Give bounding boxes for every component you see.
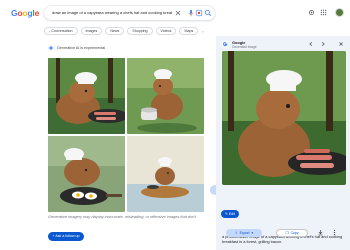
settings-icon[interactable] bbox=[308, 9, 315, 16]
chip-videos[interactable]: Videos bbox=[155, 27, 177, 35]
capybara-skillet-image bbox=[48, 136, 125, 212]
more-icon[interactable] bbox=[331, 229, 338, 236]
chevron-right-icon: › bbox=[202, 28, 204, 34]
chip-maps[interactable]: Maps bbox=[179, 27, 199, 35]
google-g-icon bbox=[221, 40, 229, 48]
lens-icon[interactable] bbox=[195, 9, 203, 17]
panel-subtitle: Generated image bbox=[232, 45, 257, 49]
google-logo[interactable]: Google bbox=[11, 8, 39, 18]
ask-follow-up-button[interactable]: + Ask a follow up bbox=[48, 232, 84, 241]
generated-image-2[interactable] bbox=[127, 58, 204, 134]
capybara-pan-image bbox=[127, 58, 204, 134]
generated-image-3[interactable] bbox=[48, 136, 125, 212]
chip-conversation[interactable]: ‹ Conversation bbox=[44, 27, 78, 35]
disclaimer-text: Generative imagery may display inaccurat… bbox=[48, 214, 197, 219]
image-detail-panel: Google Generated image a photorealistic … bbox=[216, 36, 350, 250]
clear-icon[interactable] bbox=[174, 9, 182, 17]
capybara-grill-image bbox=[48, 58, 125, 134]
apps-icon[interactable] bbox=[320, 9, 327, 16]
copy-button[interactable]: ❐ Copy bbox=[276, 229, 308, 237]
chevron-right-icon[interactable] bbox=[320, 41, 326, 47]
chip-news[interactable]: News bbox=[105, 27, 125, 35]
chip-images[interactable]: Images bbox=[80, 27, 103, 35]
image-actions-bar: ⇪ Export ▾ ❐ Copy bbox=[216, 228, 350, 238]
chevron-down-icon: ▾ bbox=[251, 231, 254, 235]
selected-generated-image[interactable] bbox=[222, 51, 346, 185]
close-icon[interactable] bbox=[338, 41, 344, 47]
generative-ai-label: Generative AI is experimental bbox=[48, 45, 105, 51]
export-button[interactable]: ⇪ Export ▾ bbox=[226, 229, 262, 237]
mic-icon[interactable] bbox=[187, 9, 195, 17]
capybara-bacon-grill-image bbox=[222, 51, 346, 185]
chip-shopping[interactable]: Shopping bbox=[127, 27, 153, 35]
chip-more[interactable]: › bbox=[201, 27, 205, 35]
generated-image-4[interactable] bbox=[127, 136, 204, 212]
header: Google draw an image of a capybara weari… bbox=[0, 0, 350, 24]
search-input[interactable]: draw an image of a capybara wearing a ch… bbox=[52, 9, 172, 17]
copy-icon: ❐ bbox=[285, 231, 289, 235]
chevron-left-icon: ‹ bbox=[49, 28, 51, 34]
search-icon[interactable] bbox=[204, 9, 212, 17]
chevron-left-icon[interactable] bbox=[308, 41, 314, 47]
generated-image-1[interactable] bbox=[48, 58, 125, 134]
download-icon[interactable] bbox=[317, 229, 324, 236]
edit-button[interactable]: ✎ Edit bbox=[221, 210, 239, 218]
search-box[interactable]: draw an image of a capybara wearing a ch… bbox=[44, 6, 215, 20]
export-icon: ⇪ bbox=[234, 231, 238, 235]
capybara-boat-image bbox=[127, 136, 204, 212]
account-avatar[interactable] bbox=[335, 8, 344, 17]
sparkle-icon bbox=[48, 45, 54, 51]
filter-chips: ‹ Conversation Images News Shopping Video… bbox=[44, 27, 205, 36]
